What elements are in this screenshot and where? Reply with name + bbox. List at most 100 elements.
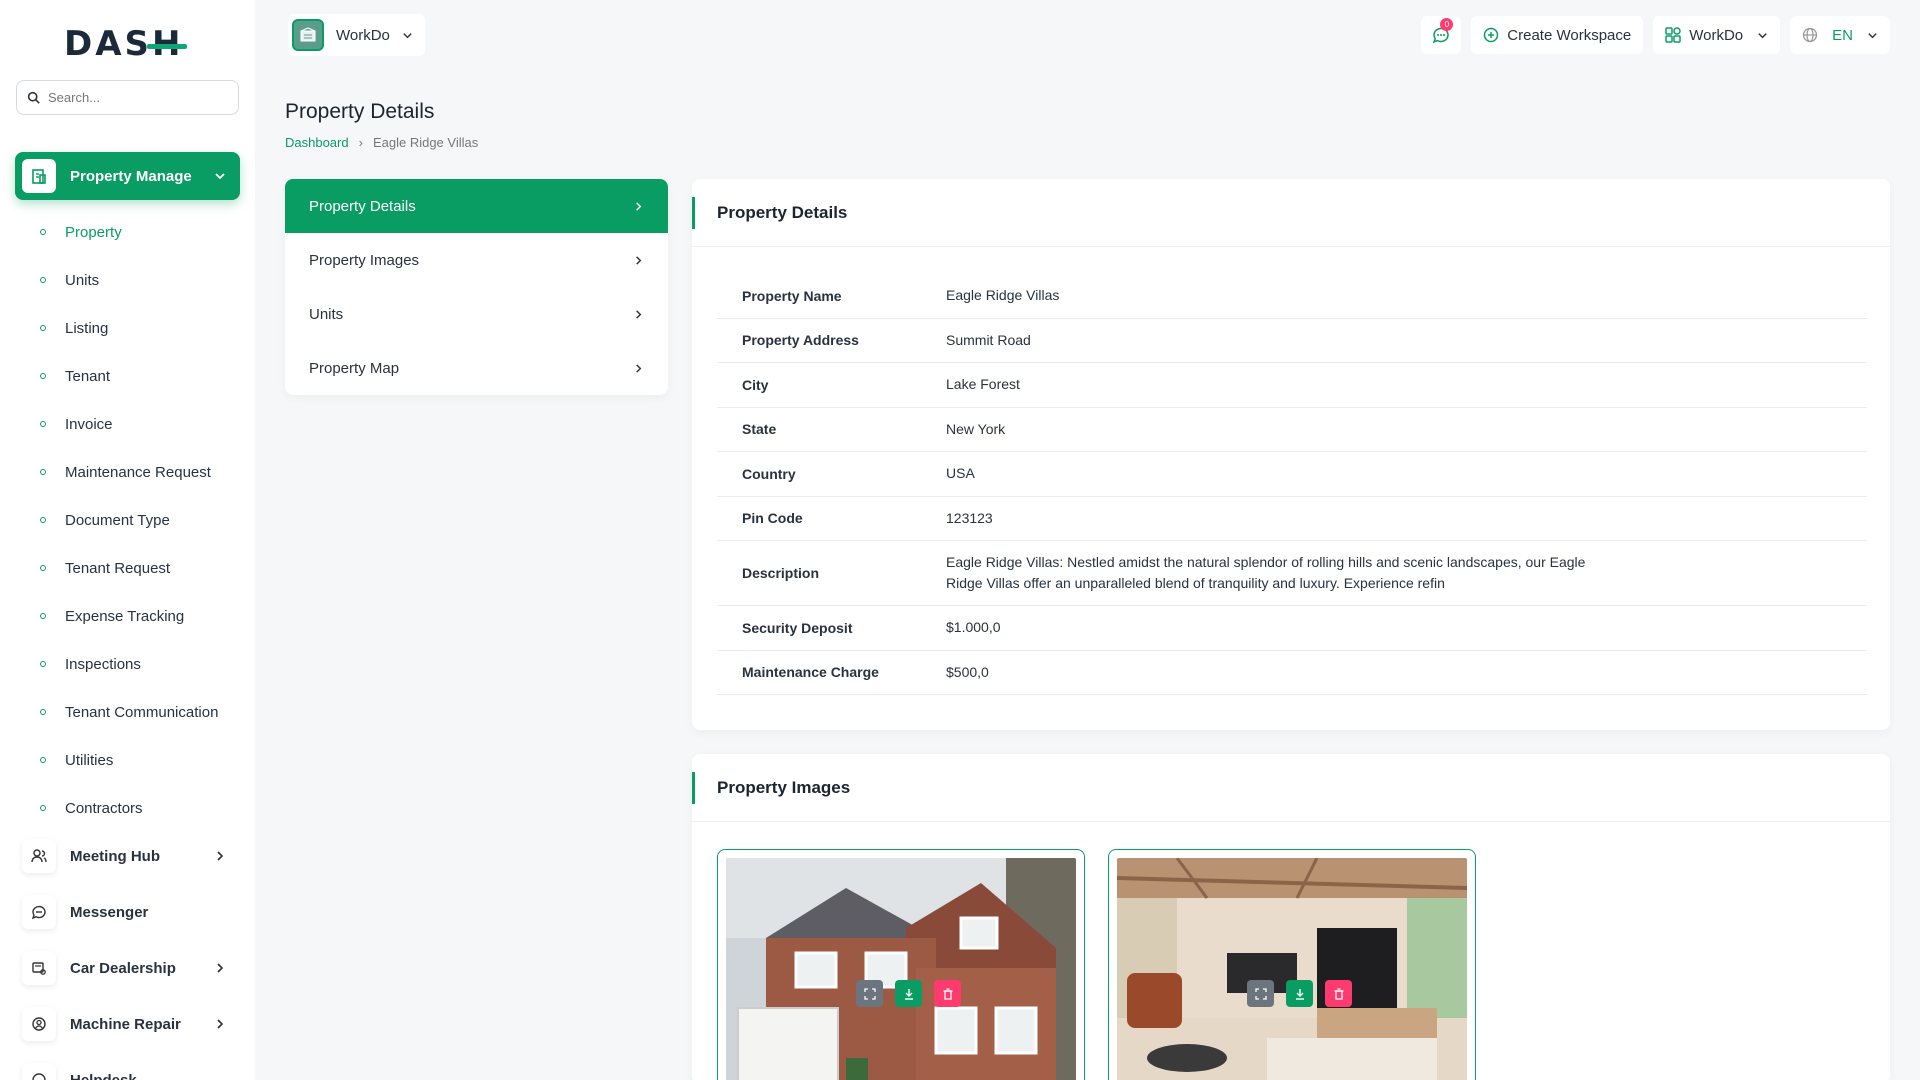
sidebar-group-meeting-hub[interactable]: Meeting Hub — [15, 834, 240, 878]
sidebar-item-tenant-communication[interactable]: Tenant Communication — [0, 688, 255, 736]
chevron-down-icon — [215, 173, 225, 180]
sidebar-item-label: Document Type — [65, 511, 170, 529]
chevron-right-icon — [636, 363, 642, 373]
workspace-avatar — [292, 19, 324, 51]
bullet-icon — [40, 805, 46, 811]
table-row: Property Name Eagle Ridge Villas — [717, 274, 1867, 319]
sidebar-item-invoice[interactable]: Invoice — [0, 400, 255, 448]
sidebar-item-listing[interactable]: Listing — [0, 304, 255, 352]
row-label: Maintenance Charge — [742, 664, 879, 681]
trash-icon — [943, 987, 952, 1000]
sidebar-group-helpdesk[interactable]: Helpdesk — [15, 1058, 240, 1080]
page-title: Property Details — [285, 100, 435, 123]
sidebar-item-maintenance-request[interactable]: Maintenance Request — [0, 448, 255, 496]
expand-image-button[interactable] — [856, 980, 883, 1007]
workspace-name: WorkDo — [336, 26, 390, 44]
sidebar-group-label: Property Manage — [70, 167, 192, 185]
breadcrumb-current: Eagle Ridge Villas — [372, 135, 479, 150]
sidebar-group-car-dealership[interactable]: Car Dealership — [15, 946, 240, 990]
bullet-icon — [40, 421, 46, 427]
table-row: Pin Code 123123 — [717, 497, 1867, 541]
table-row: Property Address Summit Road — [717, 319, 1867, 363]
expand-icon — [1254, 987, 1267, 1000]
chat-icon — [22, 895, 56, 929]
sidebar-item-label: Invoice — [65, 415, 113, 433]
sidebar-item-tenant[interactable]: Tenant — [0, 352, 255, 400]
messages-count-badge: 0 — [1440, 18, 1454, 31]
logo-accent-bar — [147, 43, 188, 49]
plus-circle-icon — [1484, 27, 1499, 43]
bullet-icon — [40, 325, 46, 331]
helpdesk-icon — [22, 1063, 56, 1080]
workspace-menu-button[interactable]: WorkDo — [1653, 16, 1781, 54]
tab-label: Property Images — [309, 251, 420, 269]
download-image-button[interactable] — [895, 980, 922, 1007]
bullet-icon — [40, 709, 46, 715]
sidebar-group-messenger[interactable]: Messenger — [15, 890, 240, 934]
bullet-icon — [40, 757, 46, 763]
details-table: Property Name Eagle Ridge Villas Property… — [717, 274, 1867, 695]
chevron-down-icon — [1758, 32, 1767, 38]
row-value: USA — [946, 465, 975, 482]
grid-icon — [1665, 27, 1681, 43]
sidebar-group-property-manage[interactable]: Property Manage — [15, 152, 240, 200]
expand-image-button[interactable] — [1247, 980, 1274, 1007]
globe-icon — [1803, 27, 1818, 43]
download-image-button[interactable] — [1286, 980, 1313, 1007]
row-label: Pin Code — [742, 510, 803, 527]
delete-image-button[interactable] — [934, 980, 961, 1007]
chevron-right-icon — [217, 851, 224, 861]
row-value: Summit Road — [946, 331, 1031, 348]
delete-image-button[interactable] — [1325, 980, 1352, 1007]
bullet-icon — [40, 661, 46, 667]
row-label: Property Name — [742, 287, 842, 304]
sidebar-group-machine-repair[interactable]: Machine Repair — [15, 1002, 240, 1046]
image-actions — [856, 980, 961, 1007]
search-input[interactable] — [48, 90, 228, 105]
row-value: Eagle Ridge Villas — [946, 287, 1060, 304]
messages-button[interactable]: 0 — [1421, 16, 1462, 54]
sidebar-item-expense-tracking[interactable]: Expense Tracking — [0, 592, 255, 640]
table-row: Country USA — [717, 452, 1867, 497]
sidebar-item-label: Units — [65, 271, 100, 289]
sidebar-item-label: Utilities — [65, 751, 114, 769]
tab-property-details[interactable]: Property Details — [285, 179, 668, 233]
sidebar-item-contractors[interactable]: Contractors — [0, 784, 255, 832]
breadcrumb-home-link[interactable]: Dashboard — [285, 135, 349, 150]
chevron-right-icon — [636, 309, 642, 319]
chevron-right-icon — [217, 1019, 224, 1029]
sidebar-item-utilities[interactable]: Utilities — [0, 736, 255, 784]
users-icon — [22, 839, 56, 873]
row-value: Lake Forest — [946, 376, 1020, 393]
sidebar-group-label: Helpdesk — [70, 1071, 137, 1080]
car-icon — [22, 951, 56, 985]
sidebar-item-units[interactable]: Units — [0, 256, 255, 304]
sidebar-group-label: Messenger — [70, 903, 149, 921]
workspace-switcher[interactable]: WorkDo — [288, 14, 425, 56]
sidebar-group-label: Meeting Hub — [70, 847, 160, 865]
property-image[interactable] — [726, 858, 1076, 1080]
bullet-icon — [40, 277, 46, 283]
create-workspace-label: Create Workspace — [1507, 26, 1632, 44]
tab-label: Property Map — [309, 359, 400, 377]
property-image[interactable] — [1117, 858, 1467, 1080]
brand-logo[interactable]: DASH — [64, 24, 188, 64]
tab-units[interactable]: Units — [285, 287, 668, 341]
sidebar-group-label: Machine Repair — [70, 1015, 181, 1033]
sidebar-item-property[interactable]: Property — [0, 208, 255, 256]
create-workspace-button[interactable]: Create Workspace — [1471, 16, 1644, 54]
chevron-down-icon — [1868, 32, 1877, 38]
sidebar-item-document-type[interactable]: Document Type — [0, 496, 255, 544]
property-image-tile — [1108, 849, 1476, 1080]
tab-property-map[interactable]: Property Map — [285, 341, 668, 395]
sidebar-item-inspections[interactable]: Inspections — [0, 640, 255, 688]
sidebar-item-tenant-request[interactable]: Tenant Request — [0, 544, 255, 592]
language-label: EN — [1832, 26, 1853, 44]
card-header: Property Details — [692, 179, 1890, 247]
language-selector[interactable]: EN — [1790, 16, 1890, 54]
search-icon — [27, 91, 40, 104]
bullet-icon — [40, 613, 46, 619]
tab-property-images[interactable]: Property Images — [285, 233, 668, 287]
sidebar-sub-list: Property Units Listing Tenant Invoice Ma… — [0, 208, 255, 832]
chevron-right-icon — [636, 201, 642, 211]
